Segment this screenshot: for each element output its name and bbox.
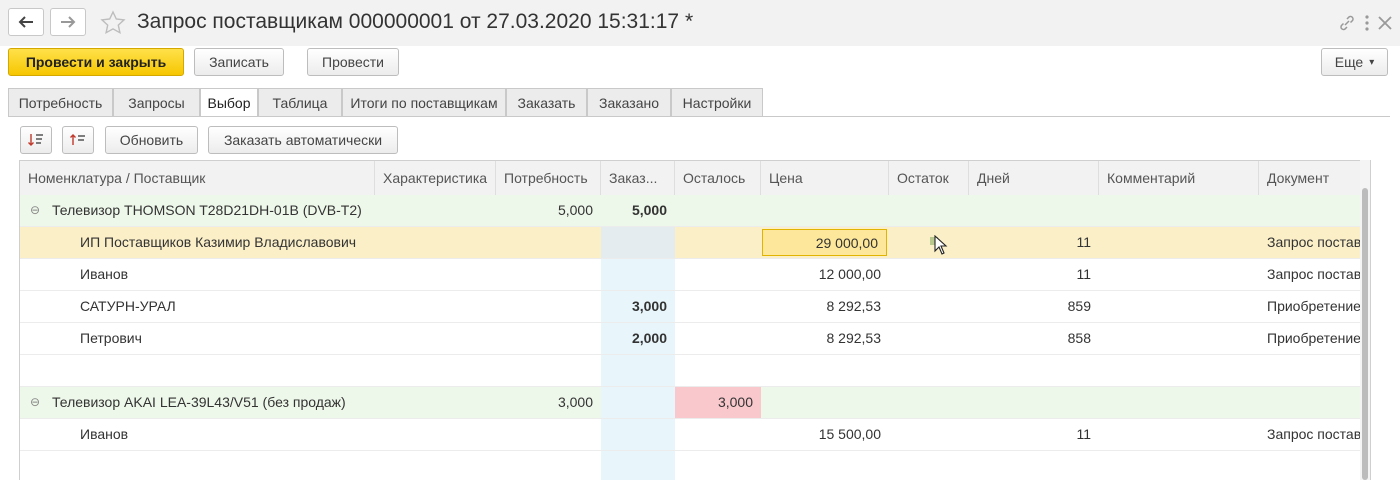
tab-settings[interactable]: Настройки: [671, 88, 763, 117]
days-value: 11: [1076, 426, 1091, 442]
col-characteristic[interactable]: Характеристика: [375, 161, 496, 195]
table-header: Номенклатура / Поставщик Характеристика …: [20, 161, 1360, 196]
supplier-name: САТУРН-УРАЛ: [80, 298, 176, 314]
order-value[interactable]: 2,000: [601, 323, 675, 354]
supplier-name: ИП Поставщиков Казимир Владиславович: [80, 234, 357, 250]
supplier-name: Иванов: [80, 426, 129, 442]
tab-order[interactable]: Заказать: [506, 88, 587, 117]
remaining-value: 3,000: [675, 387, 761, 418]
days-value: 859: [1067, 298, 1091, 314]
page-title: Запрос поставщикам 000000001 от 27.03.20…: [137, 10, 694, 33]
title-bar: Запрос поставщикам 000000001 от 27.03.20…: [0, 0, 1400, 46]
need-value: 3,000: [557, 394, 593, 410]
order-cell[interactable]: [601, 259, 675, 290]
collapse-icon[interactable]: ⊖: [30, 195, 44, 226]
days-value: 11: [1076, 234, 1091, 250]
document-value[interactable]: Запрос постав: [1259, 227, 1360, 258]
col-price[interactable]: Цена: [761, 161, 889, 195]
document-value[interactable]: Приобретение: [1259, 291, 1360, 322]
mouse-cursor-icon: [934, 235, 948, 255]
order-cell[interactable]: [601, 355, 675, 386]
col-remaining[interactable]: Осталось: [675, 161, 761, 195]
star-icon[interactable]: [100, 10, 126, 36]
col-order[interactable]: Заказ...: [601, 161, 675, 195]
back-arrow-icon: [18, 16, 33, 28]
price-cell-selected[interactable]: 29 000,00: [762, 229, 887, 256]
table-row[interactable]: ⊖ Телевизор THOMSON T28D21DH-01B (DVB-T2…: [20, 195, 1360, 227]
tab-requests[interactable]: Запросы: [113, 88, 200, 117]
save-button[interactable]: Записать: [194, 48, 284, 76]
col-nomenclature[interactable]: Номенклатура / Поставщик: [20, 161, 375, 195]
table-row-empty: [20, 355, 1360, 387]
table-row[interactable]: 2,000 Петрович 8 292,53 858 Приобретение: [20, 323, 1360, 355]
order-cell[interactable]: [601, 419, 675, 450]
days-value: 11: [1076, 266, 1091, 282]
order-value[interactable]: 5,000: [601, 195, 675, 226]
order-cell[interactable]: [601, 227, 675, 258]
product-name: Телевизор THOMSON T28D21DH-01B (DVB-T2): [52, 202, 362, 218]
col-document[interactable]: Документ: [1259, 161, 1360, 195]
more-button[interactable]: Еще ▾: [1321, 48, 1388, 76]
document-value[interactable]: Запрос постав: [1259, 259, 1360, 290]
command-bar: Провести и закрыть Записать Провести Еще…: [0, 46, 1400, 86]
link-icon[interactable]: [1336, 12, 1358, 34]
need-value: 5,000: [557, 202, 593, 218]
tab-selection[interactable]: Выбор: [200, 88, 258, 117]
col-days[interactable]: Дней: [969, 161, 1099, 195]
tab-ordered[interactable]: Заказано: [587, 88, 671, 117]
sort-button[interactable]: [20, 126, 52, 154]
product-name: Телевизор AKAI LEA-39L43/V51 (без продаж…: [52, 394, 346, 410]
days-value: 858: [1067, 330, 1091, 346]
col-stock[interactable]: Остаток: [889, 161, 969, 195]
tab-need[interactable]: Потребность: [8, 88, 113, 117]
sort-icon: [28, 134, 43, 146]
document-value[interactable]: Приобретение: [1259, 323, 1360, 354]
tab-table[interactable]: Таблица: [258, 88, 342, 117]
document-value[interactable]: Запрос постав: [1259, 419, 1360, 450]
price-value[interactable]: 8 292,53: [761, 323, 889, 354]
filter-button[interactable]: [62, 126, 94, 154]
order-column-fill: [601, 451, 675, 480]
selection-table: Номенклатура / Поставщик Характеристика …: [19, 160, 1371, 480]
order-value[interactable]: 3,000: [601, 291, 675, 322]
table-row[interactable]: 3,000 САТУРН-УРАЛ 8 292,53 859 Приобрете…: [20, 291, 1360, 323]
close-icon[interactable]: [1374, 12, 1396, 34]
post-button[interactable]: Провести: [307, 48, 399, 76]
post-and-close-button[interactable]: Провести и закрыть: [8, 48, 184, 76]
table-row[interactable]: Иванов 12 000,00 11 Запрос постав: [20, 259, 1360, 291]
table-row[interactable]: ИП Поставщиков Казимир Владиславович 29 …: [20, 227, 1360, 259]
supplier-name: Петрович: [80, 330, 142, 346]
order-cell[interactable]: [601, 387, 675, 418]
refresh-button[interactable]: Обновить: [105, 126, 198, 154]
col-need[interactable]: Потребность: [496, 161, 601, 195]
tab-divider: [8, 116, 1390, 117]
table-row[interactable]: ⊖ Телевизор AKAI LEA-39L43/V51 (без прод…: [20, 387, 1360, 419]
back-button[interactable]: [8, 8, 44, 36]
list-up-icon: [70, 134, 85, 145]
price-value[interactable]: 8 292,53: [761, 291, 889, 322]
supplier-name: Иванов: [80, 266, 129, 282]
table-row[interactable]: Иванов 15 500,00 11 Запрос постав: [20, 419, 1360, 451]
scrollbar-thumb[interactable]: [1362, 188, 1368, 480]
forward-arrow-icon: [61, 16, 76, 28]
price-value[interactable]: 15 500,00: [761, 419, 889, 450]
forward-button[interactable]: [50, 8, 86, 36]
tab-supplier-totals[interactable]: Итоги по поставщикам: [342, 88, 506, 117]
collapse-icon[interactable]: ⊖: [30, 387, 44, 418]
chevron-down-icon: ▾: [1369, 56, 1375, 68]
col-comment[interactable]: Комментарий: [1099, 161, 1259, 195]
order-automatically-button[interactable]: Заказать автоматически: [208, 126, 398, 154]
vertical-scrollbar[interactable]: [1360, 160, 1370, 480]
price-value[interactable]: 12 000,00: [761, 259, 889, 290]
more-label: Еще: [1334, 54, 1364, 70]
